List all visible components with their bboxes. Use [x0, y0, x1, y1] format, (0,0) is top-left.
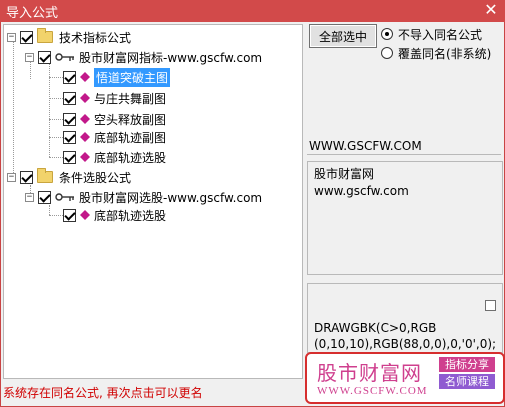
group-checkbox[interactable] — [20, 170, 33, 184]
source-checkbox[interactable] — [38, 190, 51, 204]
radio-label: 覆盖同名(非系统) — [398, 46, 492, 61]
item-checkbox[interactable] — [63, 112, 76, 126]
folder-icon — [37, 28, 53, 43]
formula-gem-icon — [80, 93, 90, 103]
logo-tag: 名师课程 — [439, 374, 495, 389]
logo-brand: 股市财富网 — [317, 361, 422, 385]
folder-icon — [37, 168, 53, 183]
item-checkbox[interactable] — [63, 91, 76, 105]
group-label: 技术指标公式 — [59, 30, 132, 45]
status-message: 系统存在同名公式, 再次点击可以更名 — [3, 386, 203, 400]
code-text: DRAWGBK(C>0,RGB (0,10,10),RGB(88,0,0),0,… — [314, 320, 496, 352]
tree-item[interactable]: 底部轨迹选股 — [63, 205, 166, 225]
radio-label: 不导入同名公式 — [398, 27, 483, 42]
radio-indicator[interactable] — [381, 28, 393, 40]
code-line: (0,10,10),RGB(88,0,0),0,'0',0); — [314, 337, 497, 351]
tree-item[interactable]: 空头释放副图 — [63, 109, 166, 129]
description-line: 股市财富网 — [314, 167, 375, 181]
collapse-icon[interactable]: − — [25, 52, 34, 62]
watermark-logo: 股市财富网 WWW.GSCFW.COM 指标分享 名师课程 — [305, 352, 505, 404]
formula-description: 股市财富网 www.gscfw.com — [307, 161, 503, 275]
source-checkbox[interactable] — [38, 50, 51, 64]
key-icon — [55, 53, 74, 61]
logo-tag: 指标分享 — [439, 357, 495, 372]
description-line: www.gscfw.com — [314, 184, 409, 198]
radio-overwrite-same-name[interactable]: 覆盖同名(非系统) — [381, 45, 491, 61]
select-all-button[interactable]: 全部选中 — [309, 24, 377, 48]
item-checkbox[interactable] — [63, 70, 76, 84]
title-bar: 导入公式 ✕ — [0, 0, 505, 22]
logo-domain: WWW.GSCFW.COM — [317, 385, 428, 397]
item-label: 底部轨迹选股 — [94, 208, 167, 223]
window-title: 导入公式 — [6, 5, 59, 21]
source-label: 股市财富网选股-www.gscfw.com — [79, 190, 263, 205]
collapse-icon[interactable]: − — [7, 32, 16, 42]
formula-gem-icon — [80, 210, 90, 220]
tree-item[interactable]: 底部轨迹副图 — [63, 127, 166, 147]
item-label: 悟道突破主图 — [94, 67, 171, 87]
radio-no-import-same-name[interactable]: 不导入同名公式 — [381, 26, 482, 42]
tree-group-screening[interactable]: − 条件选股公式 — [7, 167, 131, 187]
item-checkbox[interactable] — [63, 130, 76, 144]
tree-item[interactable]: 与庄共舞副图 — [63, 88, 166, 108]
item-label: 底部轨迹选股 — [94, 150, 167, 165]
item-checkbox[interactable] — [63, 150, 76, 164]
group-label: 条件选股公式 — [59, 170, 132, 185]
item-label: 与庄共舞副图 — [94, 91, 167, 106]
tree-item[interactable]: 悟道突破主图 — [63, 67, 171, 87]
key-icon — [55, 193, 74, 201]
collapse-icon[interactable]: − — [7, 172, 16, 182]
formula-gem-icon — [80, 72, 90, 82]
source-label: 股市财富网指标-www.gscfw.com — [79, 50, 263, 65]
formula-tree[interactable]: − 技术指标公式 − 股市财富网指标-www.gscfw.com 悟道突破主图 … — [3, 24, 303, 379]
tree-group-technical[interactable]: − 技术指标公式 — [7, 27, 131, 47]
radio-indicator[interactable] — [381, 47, 393, 59]
close-icon[interactable]: ✕ — [483, 2, 499, 18]
tree-source-indicators[interactable]: − 股市财富网指标-www.gscfw.com — [25, 47, 262, 67]
code-line: DRAWGBK(C>0,RGB — [314, 321, 437, 335]
formula-gem-icon — [80, 132, 90, 142]
item-label: 底部轨迹副图 — [94, 130, 167, 145]
preview-checkbox[interactable] — [485, 300, 496, 311]
tree-source-screening[interactable]: − 股市财富网选股-www.gscfw.com — [25, 187, 262, 207]
tree-item[interactable]: 底部轨迹选股 — [63, 147, 166, 167]
import-formula-dialog: − 技术指标公式 − 股市财富网指标-www.gscfw.com 悟道突破主图 … — [0, 22, 505, 407]
formula-url: WWW.GSCFW.COM — [307, 129, 501, 155]
formula-code-preview[interactable]: DRAWGBK(C>0,RGB (0,10,10),RGB(88,0,0),0,… — [307, 283, 503, 353]
formula-gem-icon — [80, 114, 90, 124]
item-label: 空头释放副图 — [94, 112, 167, 127]
collapse-icon[interactable]: − — [25, 192, 34, 202]
group-checkbox[interactable] — [20, 30, 33, 44]
formula-gem-icon — [80, 152, 90, 162]
item-checkbox[interactable] — [63, 208, 76, 222]
